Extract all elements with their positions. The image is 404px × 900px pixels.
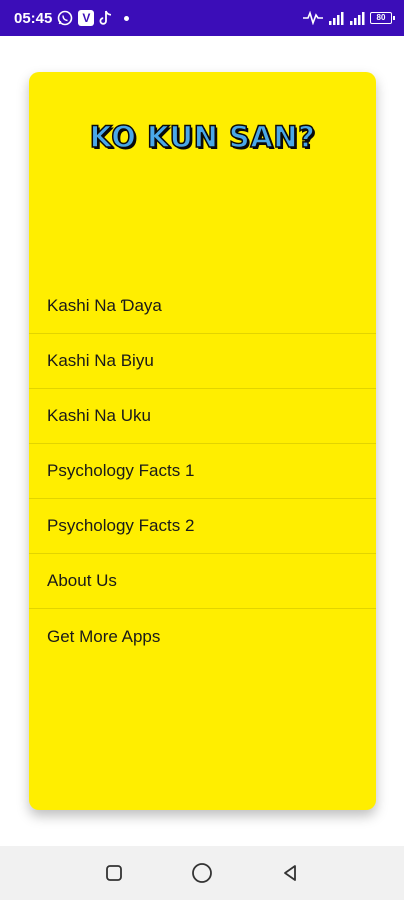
battery-icon: 80 [370, 12, 395, 24]
menu-list: Kashi Na Ɗaya Kashi Na Biyu Kashi Na Uku… [29, 279, 376, 664]
system-nav-bar [0, 846, 404, 900]
menu-item-psychology-facts-1[interactable]: Psychology Facts 1 [29, 444, 376, 499]
menu-item-about-us[interactable]: About Us [29, 554, 376, 609]
triangle-back-icon [284, 865, 296, 881]
menu-item-psychology-facts-2[interactable]: Psychology Facts 2 [29, 499, 376, 554]
status-left: 05:45 V [14, 9, 130, 27]
signal-icon-1 [328, 11, 344, 25]
menu-card: KO KUN SAN? Kashi Na Ɗaya Kashi Na Biyu … [29, 72, 376, 810]
whatsapp-icon [57, 10, 73, 26]
menu-item-get-more-apps[interactable]: Get More Apps [29, 609, 376, 664]
menu-item-kashi-na-daya[interactable]: Kashi Na Ɗaya [29, 279, 376, 334]
circle-home-icon [192, 863, 212, 883]
back-button[interactable] [270, 853, 310, 893]
menu-item-kashi-na-biyu[interactable]: Kashi Na Biyu [29, 334, 376, 389]
square-recents-icon [106, 865, 122, 881]
tiktok-icon [99, 10, 113, 26]
menu-item-kashi-na-uku[interactable]: Kashi Na Uku [29, 389, 376, 444]
status-right: 80 [303, 11, 395, 25]
recents-button[interactable] [94, 853, 134, 893]
status-time: 05:45 [14, 9, 53, 27]
v-app-icon: V [78, 10, 95, 26]
home-button[interactable] [182, 853, 222, 893]
status-bar: 05:45 V 80 [0, 0, 404, 36]
notification-dot-icon [124, 15, 130, 21]
signal-icon-2 [349, 11, 365, 25]
app-title: KO KUN SAN? [89, 119, 316, 155]
activity-icon [303, 11, 323, 25]
